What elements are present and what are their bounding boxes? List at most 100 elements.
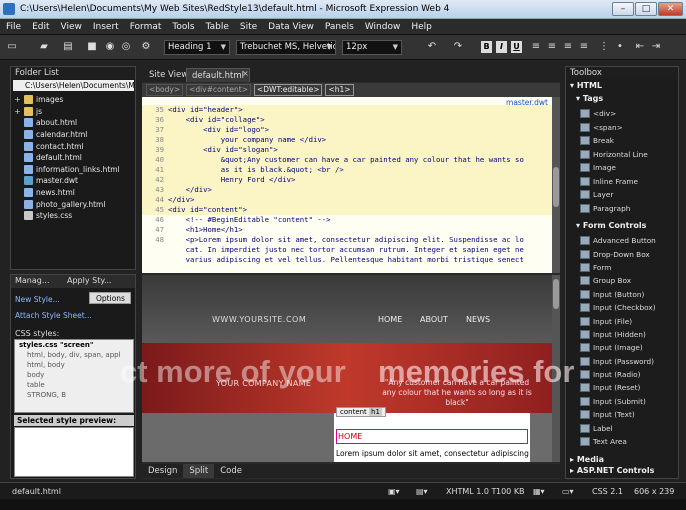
list-item[interactable]: + js [14,106,134,118]
code-line[interactable]: 40 &quot;Any customer can have a car pai… [142,155,552,165]
list-item[interactable]: master.dwt [14,175,134,187]
indent-icon[interactable]: ⇥ [650,41,662,53]
code-line[interactable]: 42 Henry Ford </div> [142,175,552,185]
toolbox-item[interactable]: Image [580,161,672,175]
numbered-list-icon[interactable]: ⋮ [598,41,610,53]
code-line[interactable]: 47 <h1>Home</h1> [142,225,552,235]
bullet-list-icon[interactable]: • [614,41,626,53]
options-button[interactable]: Options [89,292,131,304]
crumb-div-content[interactable]: <div#content> [186,84,251,96]
new-style-link[interactable]: New Style... [15,295,60,304]
toolbox-item[interactable]: Text Area [580,435,672,448]
status-dimensions[interactable]: 606 x 239 [634,487,674,496]
code-line[interactable]: 37 <div id="logo"> [142,125,552,135]
form-controls-section[interactable]: ▾ Form Controls [576,221,646,230]
tab-manage-styles[interactable]: Manag... [15,276,49,285]
css-rule[interactable]: body [15,370,133,380]
code-line[interactable]: 41 as it is black.&quot; <br /> [142,165,552,175]
list-item[interactable]: + images [14,94,134,106]
css-rule[interactable]: html, body, div, span, appl [15,350,133,360]
maximize-button[interactable]: □ [635,2,657,16]
menu-view[interactable]: View [61,22,82,32]
expand-icon[interactable]: + [14,95,21,104]
tools-icon[interactable]: ⚙ [140,41,152,53]
code-view[interactable]: master.dwt 35 <div id="header"> 36 <div id… [142,97,552,273]
code-line[interactable]: 44 </div> [142,195,552,205]
folder-path[interactable]: C:\Users\Helen\Documents\My W [13,80,134,91]
toolbox-item[interactable]: Form [580,261,672,274]
menu-edit[interactable]: Edit [32,22,49,32]
tab-split[interactable]: Split [183,464,215,478]
list-item[interactable]: information_links.html [14,164,134,176]
menu-site[interactable]: Site [240,22,257,32]
code-line[interactable]: 39 <div id="slogan"> [142,145,552,155]
html-section[interactable]: ▾ HTML [570,81,602,90]
toolbox-item[interactable]: <div> [580,107,672,121]
list-item[interactable]: photo_gallery.html [14,198,134,210]
scroll-thumb[interactable] [553,279,559,309]
menu-file[interactable]: File [6,22,21,32]
tags-section[interactable]: ▾ Tags [576,94,603,103]
crumb-body[interactable]: <body> [146,84,184,96]
status-css[interactable]: CSS 2.1 [592,487,623,496]
close-button[interactable]: ✕ [658,2,683,16]
toolbox-item[interactable]: Input (Submit) [580,395,672,408]
menu-tools[interactable]: Tools [172,22,194,32]
expand-icon[interactable]: + [14,107,21,116]
code-line[interactable]: 38 your company name </div> [142,135,552,145]
nav-about[interactable]: ABOUT [420,315,448,324]
minimize-button[interactable]: – [612,2,634,16]
align-center-icon[interactable]: ≡ [546,41,558,53]
open-folder-icon[interactable]: ▰ [38,41,50,53]
nav-news[interactable]: NEWS [466,315,490,324]
list-item[interactable]: calendar.html [14,129,134,141]
toolbox-item[interactable]: Input (Image) [580,341,672,354]
code-line[interactable]: 35 <div id="header"> [142,105,552,115]
list-item[interactable]: news.html [14,187,134,199]
style-select[interactable]: Heading 1 ▼ [164,40,230,55]
list-item[interactable]: default.html [14,152,134,164]
toolbox-item[interactable]: Input (Radio) [580,368,672,381]
toolbox-item[interactable]: Paragraph [580,202,672,216]
toolbox-item[interactable]: Input (Password) [580,355,672,368]
new-page-icon[interactable]: ▭ [6,41,18,53]
toolbox-item[interactable]: Input (Checkbox) [580,301,672,314]
toolbox-item[interactable]: Advanced Button [580,234,672,247]
toolbox-item[interactable]: Layer [580,188,672,202]
redo-icon[interactable]: ↷ [452,41,464,53]
font-select[interactable]: Trebuchet MS, Helvetica, ▼ [236,40,336,55]
align-left-icon[interactable]: ≡ [530,41,542,53]
scroll-thumb[interactable] [553,167,559,207]
bold-button[interactable]: B [481,41,492,53]
nav-home[interactable]: HOME [378,315,402,324]
toolbox-item[interactable]: Input (Reset) [580,381,672,394]
code-line[interactable]: 36 <div id="collage"> [142,115,552,125]
visual-aids-icon[interactable]: ▣▾ [388,487,400,496]
close-tab-icon[interactable]: × [242,69,249,78]
lorem-paragraph[interactable]: Lorem ipsum dolor sit amet, consectetur … [336,449,529,458]
page-size-icon[interactable]: ▦▾ [533,487,545,496]
menu-window[interactable]: Window [365,22,401,32]
list-item[interactable]: contact.html [14,140,134,152]
tab-default-html[interactable]: default.html [186,68,250,82]
menu-insert[interactable]: Insert [93,22,119,32]
underline-button[interactable]: U [511,41,522,53]
toolbox-item[interactable]: Input (Text) [580,408,672,421]
css-rule[interactable]: STRONG, B [15,390,133,400]
screen-icon[interactable]: ▭▾ [562,487,574,496]
publish-icon[interactable]: ◉ [104,41,116,53]
css-rule[interactable]: html, body [15,360,133,370]
toolbox-item[interactable]: Drop-Down Box [580,247,672,260]
code-scrollbar[interactable] [552,97,560,273]
code-line[interactable]: 48 <p>Lorem ipsum dolor sit amet, consec… [142,235,552,245]
code-line[interactable]: 43 </div> [142,185,552,195]
undo-icon[interactable]: ↶ [426,41,438,53]
italic-button[interactable]: I [496,41,507,53]
status-doctype[interactable]: XHTML 1.0 T [446,487,496,496]
menu-format[interactable]: Format [130,22,162,32]
crumb-h1[interactable]: <h1> [325,84,354,96]
menu-help[interactable]: Help [411,22,432,32]
font-size-select[interactable]: 12px ▼ [342,40,402,55]
tab-design[interactable]: Design [142,464,183,478]
code-line[interactable]: 46 <!-- #BeginEditable "content" --> [142,215,552,225]
